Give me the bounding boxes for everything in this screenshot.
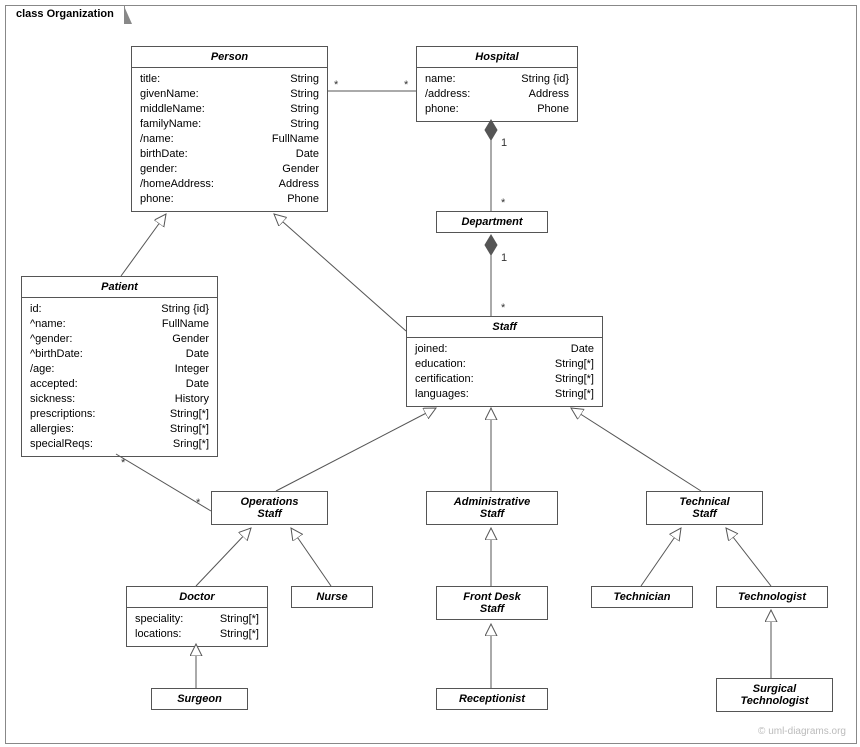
package-label: class Organization (5, 5, 125, 22)
svg-text:*: * (501, 197, 506, 209)
class-front-desk-staff: Front Desk Staff (436, 586, 548, 620)
class-title: Surgeon (152, 689, 247, 709)
class-title: Patient (22, 277, 217, 298)
watermark: © uml-diagrams.org (758, 726, 846, 737)
svg-text:*: * (404, 79, 409, 91)
class-administrative-staff: Administrative Staff (426, 491, 558, 525)
package-frame: class Organization Person title:String g… (5, 5, 857, 744)
class-title: Technician (592, 587, 692, 607)
svg-text:*: * (501, 302, 506, 314)
class-staff: Staff joined:Date education:String[*] ce… (406, 316, 603, 407)
class-doctor: Doctor speciality:String[*] locations:St… (126, 586, 268, 647)
class-operations-staff: Operations Staff (211, 491, 328, 525)
class-title: Person (132, 47, 327, 68)
class-title: Department (437, 212, 547, 232)
class-technical-staff: Technical Staff (646, 491, 763, 525)
class-receptionist: Receptionist (436, 688, 548, 710)
class-title: Doctor (127, 587, 267, 608)
class-title: Surgical Technologist (717, 679, 832, 711)
svg-text:*: * (334, 79, 339, 91)
class-surgical-technologist: Surgical Technologist (716, 678, 833, 712)
class-patient: Patient id:String {id} ^name:FullName ^g… (21, 276, 218, 457)
class-title: Front Desk Staff (437, 587, 547, 619)
svg-text:1: 1 (501, 252, 507, 264)
class-nurse: Nurse (291, 586, 373, 608)
class-person: Person title:String givenName:String mid… (131, 46, 328, 212)
class-title: Technical Staff (647, 492, 762, 524)
class-technician: Technician (591, 586, 693, 608)
svg-text:*: * (121, 457, 126, 469)
class-title: Nurse (292, 587, 372, 607)
class-title: Hospital (417, 47, 577, 68)
class-technologist: Technologist (716, 586, 828, 608)
class-body: id:String {id} ^name:FullName ^gender:Ge… (22, 298, 217, 456)
class-body: title:String givenName:String middleName… (132, 68, 327, 211)
class-title: Administrative Staff (427, 492, 557, 524)
class-title: Operations Staff (212, 492, 327, 524)
svg-text:1: 1 (501, 137, 507, 149)
class-department: Department (436, 211, 548, 233)
class-body: joined:Date education:String[*] certific… (407, 338, 602, 406)
class-hospital: Hospital name:String {id} /address:Addre… (416, 46, 578, 122)
class-surgeon: Surgeon (151, 688, 248, 710)
class-body: speciality:String[*] locations:String[*] (127, 608, 267, 646)
svg-text:*: * (196, 497, 201, 509)
class-title: Receptionist (437, 689, 547, 709)
class-body: name:String {id} /address:Address phone:… (417, 68, 577, 121)
class-title: Technologist (717, 587, 827, 607)
class-title: Staff (407, 317, 602, 338)
